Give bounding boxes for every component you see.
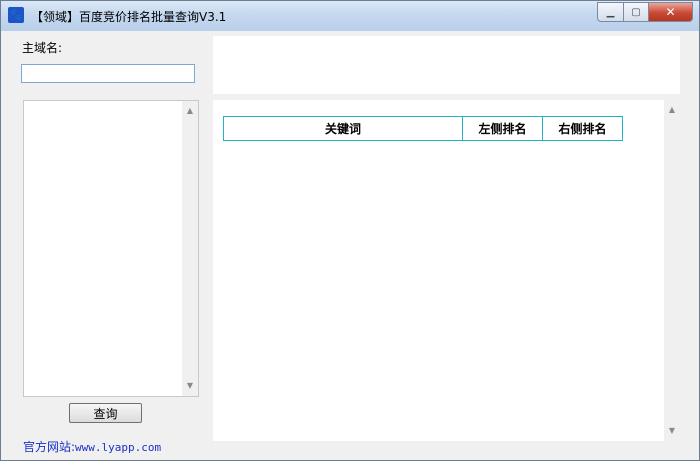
query-button[interactable]: 查询 <box>69 403 142 423</box>
maximize-icon: ▢ <box>631 6 641 18</box>
close-button[interactable]: ✕ <box>649 2 693 22</box>
column-header-keyword[interactable]: 关键词 <box>223 116 463 141</box>
keyword-list[interactable]: ▲ ▼ <box>23 100 199 397</box>
results-panel: 关键词 左侧排名 右侧排名 ▲ ▼ <box>213 100 680 441</box>
maximize-button[interactable]: ▢ <box>624 2 649 22</box>
caption-buttons: ▁ ▢ ✕ <box>597 2 693 22</box>
scroll-up-icon[interactable]: ▲ <box>182 103 198 119</box>
app-window: 🐾 【领域】百度竞价排名批量查询V3.1 ▁ ▢ ✕ 主域名: ▲ ▼ 查询 官… <box>0 0 700 461</box>
results-header-row: 关键词 左侧排名 右侧排名 <box>223 116 623 141</box>
domain-input[interactable] <box>21 64 195 83</box>
minimize-button[interactable]: ▁ <box>597 2 624 22</box>
scroll-up-icon[interactable]: ▲ <box>664 102 680 118</box>
close-icon: ✕ <box>665 5 676 19</box>
window-title: 【领域】百度竞价排名批量查询V3.1 <box>31 10 227 24</box>
domain-label: 主域名: <box>22 41 63 55</box>
column-header-right-rank[interactable]: 右侧排名 <box>542 116 623 141</box>
keyword-list-scrollbar[interactable]: ▲ ▼ <box>182 101 198 396</box>
scroll-down-icon[interactable]: ▼ <box>664 423 680 439</box>
title-bar[interactable]: 🐾 【领域】百度竞价排名批量查询V3.1 ▁ ▢ ✕ <box>1 1 699 31</box>
official-site-url[interactable]: www.lyapp.com <box>75 441 161 454</box>
paw-icon[interactable]: 🐾 <box>8 7 24 23</box>
column-header-left-rank[interactable]: 左侧排名 <box>462 116 543 141</box>
official-site-label: 官方网站: <box>23 440 76 454</box>
results-scrollbar[interactable]: ▲ ▼ <box>664 100 680 441</box>
info-panel <box>213 36 680 94</box>
official-site-link[interactable]: 官方网站:www.lyapp.com <box>23 438 161 455</box>
results-table: 关键词 左侧排名 右侧排名 <box>223 116 623 141</box>
scroll-down-icon[interactable]: ▼ <box>182 378 198 394</box>
minimize-icon: ▁ <box>606 6 615 18</box>
